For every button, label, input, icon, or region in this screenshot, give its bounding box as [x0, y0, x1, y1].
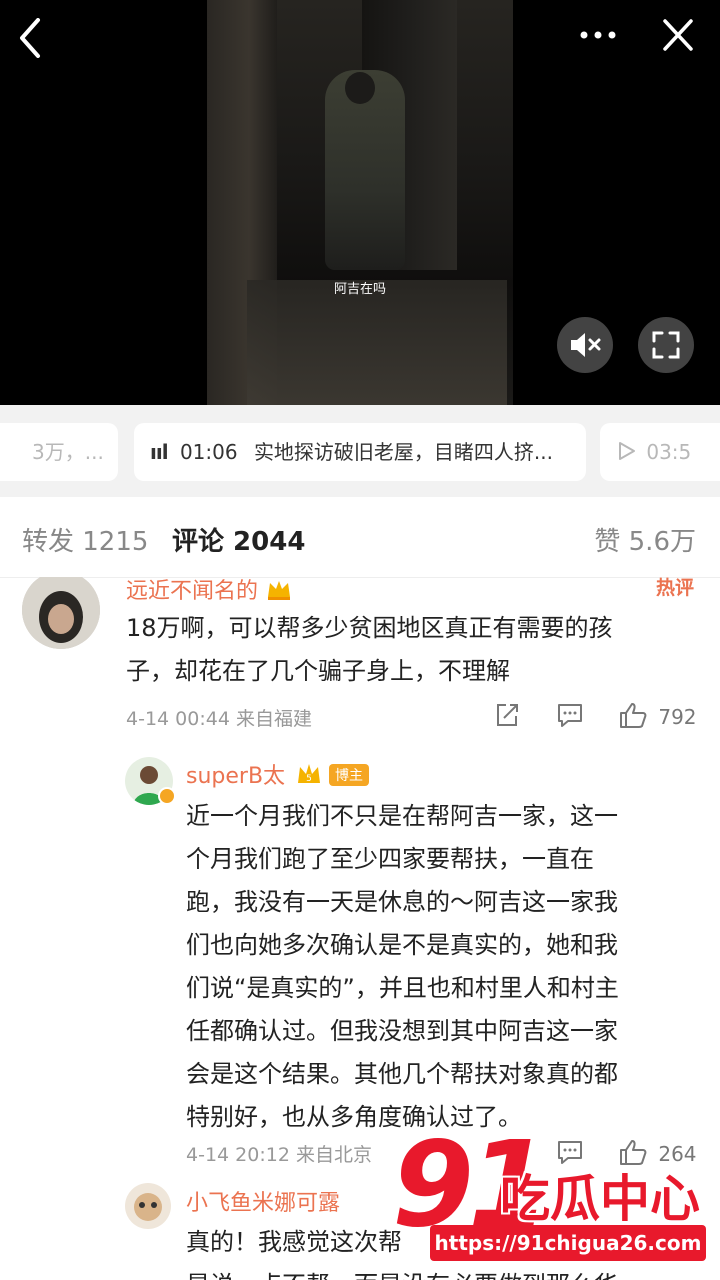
vip-crown-icon: 5 — [298, 764, 321, 784]
tab-likes[interactable]: 赞 5.6万 — [594, 521, 696, 558]
close-icon — [663, 19, 693, 51]
tab-repost[interactable]: 转发 1215 — [22, 521, 148, 558]
verified-badge-icon — [158, 787, 176, 805]
speaker-muted-icon — [571, 333, 601, 357]
reply-username[interactable]: 小飞鱼米娜可露 — [186, 1185, 340, 1217]
watermark-text: 吃瓜中心 — [500, 1170, 700, 1228]
like-button[interactable]: 792 — [618, 701, 697, 729]
chapter-chip-current[interactable]: ııl 01:06 实地探访破旧老屋，目睹四人挤... — [134, 423, 586, 481]
avatar[interactable] — [125, 1183, 171, 1229]
crown-badge-icon — [268, 581, 291, 600]
more-button[interactable] — [578, 20, 618, 56]
comment-meta: 4-14 00:44 来自福建 — [126, 708, 312, 730]
equalizer-icon: ııl — [150, 440, 169, 464]
mute-button[interactable] — [557, 317, 613, 373]
back-button[interactable] — [18, 18, 42, 64]
comment-username[interactable]: 远近不闻名的 — [126, 577, 293, 605]
close-button[interactable] — [662, 18, 694, 58]
fullscreen-button[interactable] — [638, 317, 694, 373]
video-player[interactable]: 阿吉在吗 — [0, 0, 720, 405]
chapter-strip[interactable]: 3万，... ııl 01:06 实地探访破旧老屋，目睹四人挤... 03:5 — [0, 405, 720, 497]
watermark-url: https://91chigua26.com — [430, 1225, 706, 1261]
reply-meta: 4-14 20:12 来自北京 — [186, 1144, 372, 1166]
tab-comments[interactable]: 评论 2044 — [172, 521, 305, 558]
repost-icon[interactable] — [494, 702, 520, 728]
watermark-logo: 91 吃瓜中心 https://91chigua26.com — [392, 1115, 720, 1280]
chapter-chip-prev[interactable]: 3万，... — [0, 423, 118, 481]
video-subtitle: 阿吉在吗 — [333, 282, 386, 297]
video-frame — [207, 0, 513, 405]
more-dots-icon — [580, 31, 616, 39]
reply-icon[interactable] — [556, 702, 584, 728]
thumbs-up-icon — [620, 703, 647, 728]
interaction-tabs: 转发 1215 评论 2044 赞 5.6万 — [0, 497, 720, 578]
avatar[interactable] — [22, 577, 100, 649]
chapter-chip-next[interactable]: 03:5 — [600, 423, 720, 481]
svg-text:5: 5 — [306, 774, 312, 784]
reply-text: 近一个月我们不只是在帮阿吉一家，这一 个月我们跑了至少四家要帮扶，一直在 跑，我… — [186, 802, 619, 1131]
fullscreen-icon — [652, 331, 680, 359]
hot-comment-badge: 热评 — [655, 577, 694, 599]
comment-text: 18万啊，可以帮多少贫困地区真正有需要的孩 子，却花在了几个骗子身上，不理解 — [126, 614, 613, 685]
reply-username[interactable]: superB太 5 博主 — [186, 758, 370, 790]
back-arrow-icon — [20, 18, 40, 58]
author-tag: 博主 — [329, 764, 370, 786]
play-icon — [619, 442, 635, 460]
